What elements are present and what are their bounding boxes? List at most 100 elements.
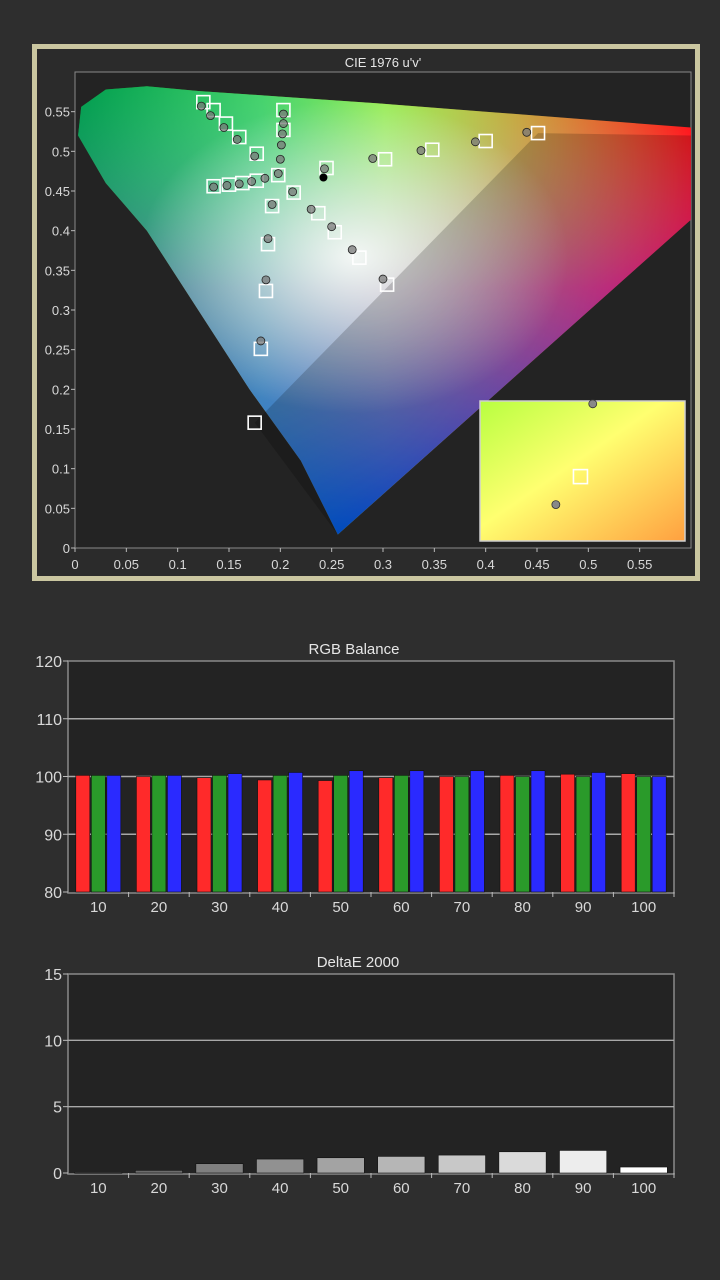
measured-point (279, 119, 288, 128)
cie-chart: 0 0.05 0.1 0.15 0.2 0.25 0.3 0.35 0.4 0.45 0.5 0.55… (32, 44, 700, 581)
y-tick-label: 0.3 (52, 303, 70, 318)
rgb-bar (620, 773, 636, 893)
rgb-bar (393, 775, 409, 893)
rgb-bar (317, 780, 333, 893)
x-tick-label: 50 (332, 1180, 349, 1197)
x-tick-label: 70 (454, 899, 471, 916)
x-tick-label: 60 (393, 1180, 410, 1197)
deltae-bar (377, 1156, 426, 1174)
y-tick-label: 0.55 (45, 105, 70, 120)
y-tick-label: 10 (44, 1033, 62, 1050)
measured-point (320, 164, 329, 174)
rgb-bar (378, 777, 394, 893)
y-tick-label: 0 (63, 541, 70, 556)
x-tick-label: 40 (272, 1180, 289, 1197)
y-tick-label: 0.4 (52, 224, 70, 239)
rgb-bar (151, 775, 167, 893)
x-tick-label: 0.25 (319, 557, 344, 572)
measured-point (416, 146, 426, 155)
x-tick-label: 80 (514, 1180, 531, 1197)
x-tick-label: 0 (71, 557, 78, 572)
measured-point (209, 182, 219, 192)
y-tick-label: 80 (44, 885, 62, 902)
measured-point (260, 173, 270, 183)
x-tick-label: 40 (272, 899, 289, 916)
measured-point (263, 234, 273, 244)
measured-point (206, 111, 215, 121)
inset-measured-point (551, 500, 561, 510)
inset-measured-point (588, 399, 598, 409)
measured-point (306, 204, 316, 214)
measured-point (222, 181, 232, 190)
rgb-bar (212, 775, 227, 893)
rgb-bar (227, 773, 243, 893)
rgb-bar (91, 775, 106, 893)
rgb-bar (651, 776, 667, 893)
cie-title: CIE 1976 u'v' (345, 55, 422, 70)
x-tick-label: 20 (151, 899, 168, 916)
y-tick-label: 0.2 (52, 382, 70, 397)
rgb-bar (409, 770, 425, 893)
y-tick-label: 110 (36, 712, 62, 729)
x-tick-label: 90 (575, 899, 592, 916)
y-tick-label: 0 (53, 1166, 62, 1183)
measured-point (250, 151, 260, 161)
rgb-bar (575, 776, 591, 893)
deltae-bar (619, 1166, 668, 1174)
measured-point (219, 123, 229, 132)
y-tick-label: 0.05 (45, 501, 70, 516)
rgb-bar (454, 776, 470, 893)
measured-point (196, 101, 206, 111)
x-tick-label: 0.5 (579, 557, 597, 572)
deltae-bar (195, 1163, 244, 1174)
measured-point (378, 274, 388, 284)
measured-point (368, 154, 378, 163)
y-tick-label: 5 (53, 1100, 62, 1117)
rgb-bar (591, 772, 606, 893)
x-tick-label: 50 (332, 899, 349, 916)
rgb-bar (196, 777, 212, 893)
x-tick-label: 100 (631, 1180, 656, 1197)
measured-point (522, 127, 532, 137)
rgb-balance-chart: RGB Balance 80 90 100 110 120 10 20 30 40 50 60 70 8… (35, 641, 675, 916)
measured-point (234, 179, 244, 189)
x-tick-label: 0.3 (374, 557, 392, 572)
measured-point (261, 275, 271, 285)
x-tick-label: 80 (514, 899, 531, 916)
rgb-bar (257, 779, 272, 893)
measured-point (267, 200, 277, 209)
rgb-bar (636, 776, 652, 893)
rgb-bar (348, 770, 364, 893)
x-tick-label: 70 (454, 1180, 471, 1197)
rgb-bar (530, 770, 546, 893)
x-tick-label: 0.2 (271, 557, 289, 572)
y-tick-label: 0.35 (45, 263, 70, 278)
rgb-bar (106, 775, 122, 893)
x-tick-label: 10 (90, 899, 107, 916)
measured-point (288, 187, 298, 197)
deltae-bar (559, 1150, 608, 1174)
rgb-bar (333, 775, 349, 893)
x-tick-label: 0.55 (627, 557, 652, 572)
x-tick-label: 0.4 (477, 557, 495, 572)
y-tick-label: 15 (44, 967, 62, 984)
deltae-bar (74, 1172, 123, 1174)
y-tick-label: 0.5 (52, 144, 70, 159)
deltae-plot-area (67, 973, 675, 1175)
x-tick-label: 100 (631, 899, 656, 916)
measured-point (273, 169, 283, 178)
x-tick-label: 10 (90, 1180, 107, 1197)
deltae-bar (134, 1170, 183, 1174)
y-tick-label: 120 (35, 654, 62, 671)
y-tick-label: 0.45 (45, 184, 70, 199)
rgb-bar (560, 773, 575, 893)
measured-point (327, 222, 337, 232)
x-tick-label: 0.15 (216, 557, 241, 572)
x-tick-label: 60 (393, 899, 410, 916)
zoom-inset (479, 400, 686, 542)
rgb-bar (75, 775, 91, 893)
x-tick-label: 30 (211, 1180, 228, 1197)
deltae-title: DeltaE 2000 (317, 954, 400, 971)
measured-point (232, 135, 242, 144)
rgb-bar (167, 775, 182, 893)
